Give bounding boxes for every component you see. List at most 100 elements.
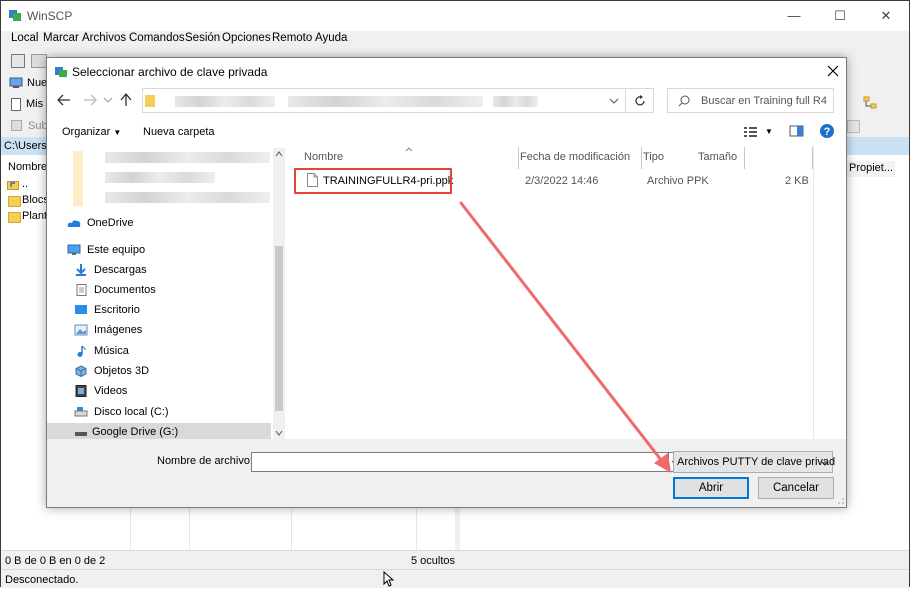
winscp-logo-icon bbox=[9, 10, 21, 21]
close-window-button[interactable]: ✕ bbox=[863, 1, 909, 31]
blurred-path bbox=[175, 96, 275, 107]
recent-dropdown-icon[interactable] bbox=[103, 96, 113, 104]
menu-sesion[interactable]: Sesión bbox=[185, 32, 220, 44]
menu-remoto[interactable]: Remoto bbox=[272, 32, 312, 44]
nav-item-este-equipo[interactable]: Este equipo bbox=[67, 241, 145, 259]
address-dropdown-icon[interactable] bbox=[609, 98, 619, 105]
scroll-up-icon[interactable] bbox=[275, 151, 283, 157]
nav-item-label: OneDrive bbox=[87, 217, 134, 229]
nav-scrollbar[interactable] bbox=[273, 148, 285, 439]
preview-pane-icon[interactable] bbox=[789, 124, 805, 138]
tree-icon[interactable] bbox=[863, 96, 877, 110]
refresh-button[interactable] bbox=[626, 88, 654, 113]
filename-label: Nombre de archivo: bbox=[157, 455, 253, 467]
up-arrow-icon[interactable] bbox=[120, 93, 132, 107]
scroll-down-icon[interactable] bbox=[275, 430, 283, 436]
computer-icon bbox=[67, 244, 81, 256]
column-divider bbox=[130, 508, 131, 550]
nav-item-label: Objetos 3D bbox=[94, 365, 150, 377]
nav-item-label: Este equipo bbox=[87, 244, 146, 256]
dialog-close-icon[interactable] bbox=[827, 65, 839, 77]
column-modified[interactable]: Fecha de modificación bbox=[520, 151, 630, 163]
nav-item-escritorio[interactable]: Escritorio bbox=[74, 301, 140, 319]
dialog-winscp-icon bbox=[55, 67, 67, 77]
selection-status-bar: 0 B de 0 B en 0 de 2 5 ocultos bbox=[1, 550, 909, 570]
column-size[interactable]: Tamaño bbox=[698, 151, 737, 163]
minimize-button[interactable]: — bbox=[771, 1, 817, 31]
nav-item-label: Documentos bbox=[94, 284, 156, 296]
folder-icon bbox=[8, 196, 21, 207]
new-folder-button[interactable]: Nueva carpeta bbox=[143, 126, 215, 138]
menu-marcar[interactable]: Marcar bbox=[43, 32, 79, 44]
drive-icon bbox=[74, 407, 88, 417]
folder-icon bbox=[145, 95, 155, 107]
address-bar[interactable] bbox=[142, 88, 626, 113]
download-icon bbox=[76, 264, 86, 277]
nav-item-objetos-3d[interactable]: Objetos 3D bbox=[74, 362, 149, 380]
menu-local[interactable]: Local bbox=[11, 32, 39, 44]
mouse-cursor-icon bbox=[383, 571, 395, 587]
nav-item-label: Google Drive (G:) bbox=[92, 426, 179, 438]
list-item[interactable]: Planti bbox=[1, 209, 50, 224]
file-size: 2 KB bbox=[785, 175, 809, 187]
navigation-pane: OneDrive Este equipo Descargas Documento… bbox=[47, 148, 287, 443]
nav-item-label: Videos bbox=[94, 385, 128, 397]
help-label: ? bbox=[824, 126, 831, 138]
nav-item-descargas[interactable]: Descargas bbox=[74, 261, 147, 279]
local-column-name[interactable]: Nombre bbox=[8, 161, 47, 173]
menu-archivos[interactable]: Archivos bbox=[82, 32, 126, 44]
view-dropdown-icon[interactable]: ▼ bbox=[765, 127, 773, 136]
filename-input[interactable] bbox=[251, 452, 669, 472]
menu-comandos[interactable]: Comandos bbox=[129, 32, 185, 44]
blurred-path bbox=[288, 96, 483, 107]
local-path-bar[interactable]: C:\Users\ bbox=[1, 137, 49, 155]
quick-access-icons bbox=[73, 151, 83, 206]
layout-icon[interactable] bbox=[11, 54, 25, 68]
gdrive-icon bbox=[75, 432, 87, 436]
forward-arrow-icon[interactable] bbox=[83, 94, 97, 106]
nav-scroll-thumb[interactable] bbox=[275, 246, 283, 411]
view-options-icon[interactable] bbox=[743, 125, 759, 139]
list-item[interactable]: .. bbox=[1, 177, 49, 192]
menu-opciones[interactable]: Opciones bbox=[222, 32, 271, 44]
menu-ayuda[interactable]: Ayuda bbox=[315, 32, 347, 44]
open-button[interactable]: Abrir bbox=[673, 477, 749, 499]
maximize-button[interactable]: ☐ bbox=[817, 1, 863, 31]
list-item-label: Blocs bbox=[22, 194, 49, 206]
compare-icon[interactable] bbox=[31, 54, 47, 68]
menu-bar: Local Marcar Archivos Comandos Sesión Op… bbox=[1, 31, 909, 48]
list-item[interactable]: Blocs bbox=[1, 193, 49, 208]
properties-column[interactable]: Propiet... bbox=[846, 161, 895, 177]
back-arrow-icon[interactable] bbox=[57, 94, 71, 106]
cancel-button[interactable]: Cancelar bbox=[758, 477, 834, 499]
new-session-label[interactable]: Nue bbox=[27, 77, 47, 89]
nav-item-musica[interactable]: Música bbox=[74, 342, 129, 360]
select-key-dialog: Seleccionar archivo de clave privada Bus… bbox=[46, 57, 847, 508]
column-divider bbox=[416, 508, 417, 550]
resize-grip-icon[interactable] bbox=[837, 497, 845, 505]
file-modified: 2/3/2022 14:46 bbox=[525, 175, 599, 187]
filter-toggle-icon[interactable] bbox=[847, 120, 860, 133]
pictures-icon bbox=[74, 324, 88, 336]
music-icon bbox=[77, 345, 86, 358]
column-divider bbox=[641, 147, 642, 169]
column-name[interactable]: Nombre bbox=[304, 151, 343, 163]
new-session-icon bbox=[9, 77, 23, 88]
chevron-down-icon: ▼ bbox=[113, 128, 122, 137]
window-title: WinSCP bbox=[27, 9, 73, 23]
connection-status-bar: Desconectado. bbox=[1, 569, 909, 588]
column-type[interactable]: Tipo bbox=[643, 151, 664, 163]
organize-button[interactable]: Organizar ▼ bbox=[62, 126, 121, 138]
nav-item-documentos[interactable]: Documentos bbox=[74, 281, 156, 299]
dialog-bottom-area: Nombre de archivo: Archivos PUTTY de cla… bbox=[47, 439, 846, 507]
search-input[interactable]: Buscar en Training full R4 bbox=[667, 88, 834, 113]
file-type: Archivo PPK bbox=[647, 175, 709, 187]
nav-item-disco-local[interactable]: Disco local (C:) bbox=[74, 403, 169, 421]
videos-icon bbox=[75, 385, 87, 398]
nav-item-onedrive[interactable]: OneDrive bbox=[67, 214, 133, 232]
nav-item-imagenes[interactable]: Imágenes bbox=[74, 321, 142, 339]
help-icon[interactable]: ? bbox=[819, 123, 835, 139]
nav-item-videos[interactable]: Videos bbox=[74, 382, 127, 400]
file-type-filter[interactable]: Archivos PUTTY de clave privad bbox=[673, 451, 835, 473]
upload-icon bbox=[11, 120, 22, 131]
